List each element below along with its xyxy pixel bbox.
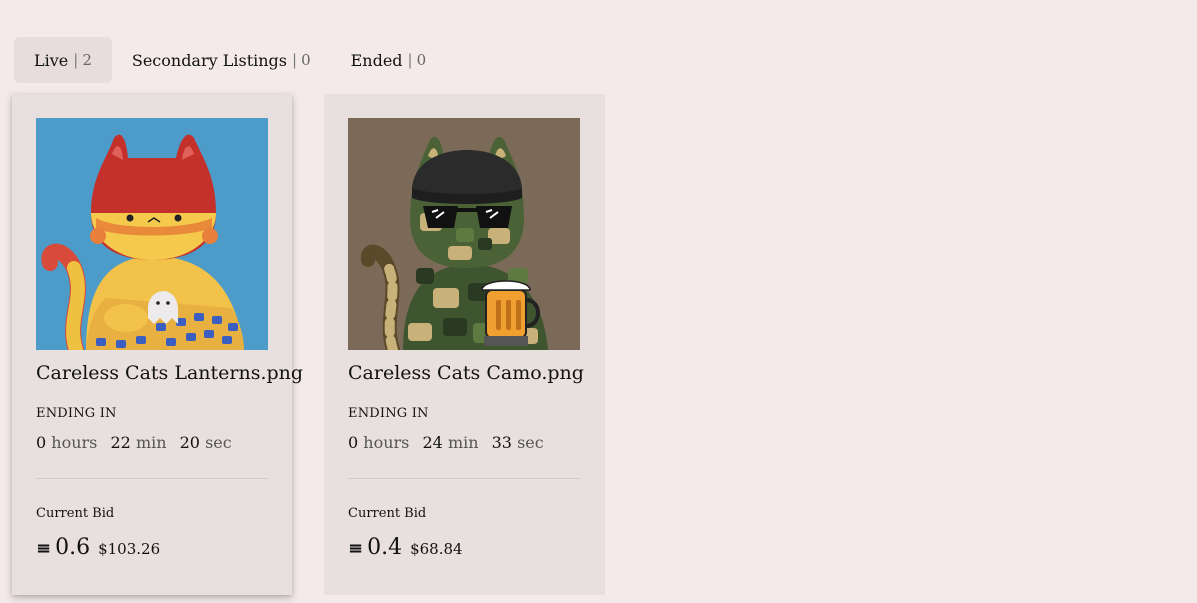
ending-in-label: ENDING IN [348,406,429,421]
bid-usd-value: $68.84 [410,540,463,558]
divider [348,478,580,479]
tab-label: Secondary Listings [131,50,287,70]
tab-label: Live [34,50,69,70]
tab-separator: | [407,51,413,69]
eth-icon: ≡ [36,538,52,559]
current-bid-label: Current Bid [348,506,427,521]
countdown-timer: 0 hours 24 min 33 sec [348,433,581,452]
tab-count: 2 [82,51,92,69]
countdown-hours-unit: hours [51,433,98,452]
countdown-min: 22 [110,433,131,452]
current-bid-label: Current Bid [36,506,115,521]
tab-count: 0 [301,51,311,69]
tab-separator: | [292,51,298,69]
countdown-hours: 0 [348,433,359,452]
tab-count: 0 [416,51,427,69]
auction-card[interactable]: Careless Cats Camo.png ENDING IN 0 hours… [324,94,605,595]
tab-ended[interactable]: Ended | 0 [331,37,447,83]
bid-amount: 0.6 [55,535,91,560]
listing-tabs: Live | 2 Secondary Listings | 0 Ended | … [14,37,446,83]
auction-card[interactable]: Careless Cats Lanterns.png ENDING IN 0 h… [12,94,303,595]
auction-card-list: Careless Cats Lanterns.png ENDING IN 0 h… [12,94,605,595]
tab-label: Ended [350,50,403,70]
countdown-hours-unit: hours [363,433,410,452]
countdown-hours: 0 [36,433,47,452]
countdown-min-unit: min [135,433,167,452]
current-bid: ≡ 0.6 $103.26 [36,535,268,560]
divider [36,478,268,479]
countdown-sec-unit: sec [205,433,232,452]
bid-amount: 0.4 [367,535,403,560]
countdown-sec-unit: sec [517,433,544,452]
countdown-sec: 33 [491,433,512,452]
countdown-min: 24 [422,433,443,452]
tab-secondary-listings[interactable]: Secondary Listings | 0 [112,37,331,83]
cat-lanterns-artwork[interactable] [36,118,268,350]
card-title[interactable]: Careless Cats Lanterns.png [36,362,303,384]
card-title[interactable]: Careless Cats Camo.png [348,362,584,384]
countdown-min-unit: min [447,433,479,452]
current-bid: ≡ 0.4 $68.84 [348,535,581,560]
eth-icon: ≡ [348,538,364,559]
ending-in-label: ENDING IN [36,406,117,421]
countdown-sec: 20 [179,433,200,452]
cat-camo-artwork[interactable] [348,118,580,350]
tab-live[interactable]: Live | 2 [14,37,112,83]
countdown-timer: 0 hours 22 min 20 sec [36,433,268,452]
bid-usd-value: $103.26 [98,540,161,558]
tab-separator: | [73,51,79,69]
